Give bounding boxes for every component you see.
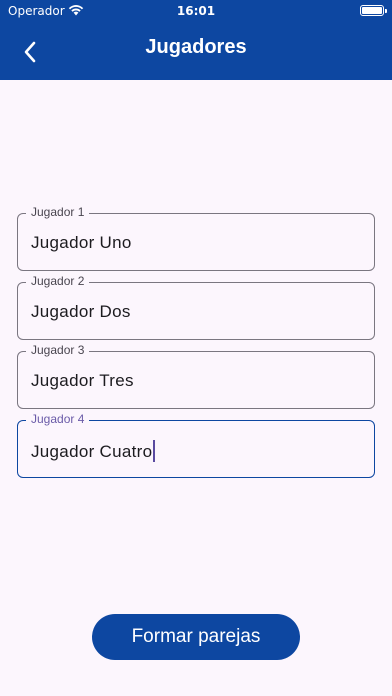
status-bar: Operador 16:01 [0, 0, 392, 22]
player-2-field[interactable]: Jugador 2 Jugador Dos [17, 274, 375, 340]
text-caret [153, 440, 156, 462]
player-4-label: Jugador 4 [26, 412, 90, 426]
player-1-value[interactable]: Jugador Uno [31, 233, 132, 253]
player-2-value[interactable]: Jugador Dos [31, 302, 131, 322]
player-2-label: Jugador 2 [26, 274, 90, 288]
app-bar: Jugadores [0, 22, 392, 80]
page-title: Jugadores [145, 36, 247, 58]
player-4-value[interactable]: Jugador Cuatro [31, 442, 152, 461]
player-4-value-wrap[interactable]: Jugador Cuatro [31, 440, 156, 462]
status-time: 16:01 [176, 4, 216, 18]
player-3-field[interactable]: Jugador 3 Jugador Tres [17, 343, 375, 409]
player-3-label: Jugador 3 [26, 343, 90, 357]
app-header: Operador 16:01 Jugadores [0, 0, 392, 80]
form-pairs-button[interactable]: Formar parejas [92, 614, 300, 660]
player-1-label: Jugador 1 [26, 205, 90, 219]
player-4-field[interactable]: Jugador 4 Jugador Cuatro [17, 412, 375, 478]
player-3-value[interactable]: Jugador Tres [31, 371, 134, 391]
form-pairs-button-label: Formar parejas [131, 626, 261, 647]
player-1-field[interactable]: Jugador 1 Jugador Uno [17, 205, 375, 271]
battery-icon [360, 5, 387, 16]
screen: Operador 16:01 Jugadores Jugador 1 Jugad… [0, 0, 392, 696]
